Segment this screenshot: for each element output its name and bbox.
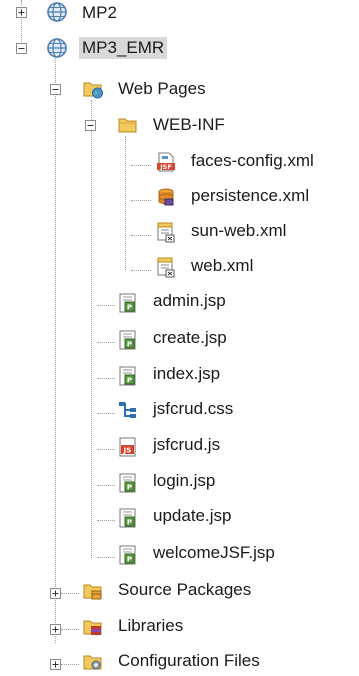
folder-icon	[117, 114, 139, 136]
source-packages-icon	[82, 580, 104, 602]
tree-node-jsfcrud-js[interactable]: JS jsfcrud.js	[0, 430, 359, 460]
collapse-minus-icon[interactable]	[50, 84, 61, 95]
tree-node-configuration-files[interactable]: Configuration Files	[0, 646, 359, 676]
tree-node-web-xml[interactable]: web.xml	[0, 251, 359, 281]
tree-node-label: update.jsp	[153, 506, 232, 525]
xml-descriptor-file-icon	[155, 256, 177, 278]
tree-node-update-jsp[interactable]: P update.jsp	[0, 501, 359, 531]
svg-text:JSF: JSF	[159, 163, 172, 171]
tree-node-mp3-emr[interactable]: MP3_EMR	[0, 33, 359, 63]
css-file-icon	[117, 400, 139, 422]
web-pages-folder-icon	[82, 78, 104, 100]
tree-node-label: jsfcrud.css	[153, 399, 234, 418]
tree-node-label: Libraries	[118, 616, 184, 635]
persistence-file-icon	[155, 186, 177, 208]
tree-node-label: index.jsp	[153, 364, 221, 383]
svg-text:P: P	[127, 304, 132, 312]
tree-node-label: Source Packages	[118, 580, 252, 599]
tree-node-label: create.jsp	[153, 328, 227, 347]
svg-text:P: P	[127, 484, 132, 492]
tree-node-welcomejsf-jsp[interactable]: P welcomeJSF.jsp	[0, 538, 359, 568]
tree-node-label: welcomeJSF.jsp	[153, 543, 275, 562]
project-globe-icon	[46, 1, 68, 23]
jsp-file-icon: P	[117, 544, 139, 566]
jsp-file-icon: P	[117, 329, 139, 351]
expand-plus-icon[interactable]	[50, 624, 61, 635]
jsp-file-icon: P	[117, 507, 139, 529]
tree-node-label: faces-config.xml	[191, 151, 314, 170]
tree-node-create-jsp[interactable]: P create.jsp	[0, 323, 359, 353]
libraries-icon	[82, 616, 104, 638]
svg-text:P: P	[127, 556, 132, 564]
js-file-icon: JS	[117, 436, 139, 458]
tree-node-web-inf[interactable]: WEB-INF	[0, 110, 359, 140]
svg-text:P: P	[127, 341, 132, 349]
tree-node-label: MP2	[82, 3, 117, 22]
tree-node-label: jsfcrud.js	[153, 435, 221, 454]
tree-node-label: web.xml	[191, 256, 254, 275]
project-tree: MP2 MP3_EMR Web Pages WEB-INF JSF faces-…	[0, 0, 359, 674]
collapse-minus-icon[interactable]	[16, 43, 27, 54]
tree-node-web-pages[interactable]: Web Pages	[0, 74, 359, 104]
expand-plus-icon[interactable]	[50, 659, 61, 670]
jsp-file-icon: P	[117, 365, 139, 387]
collapse-minus-icon[interactable]	[85, 120, 96, 131]
tree-node-label: admin.jsp	[153, 291, 226, 310]
tree-node-libraries[interactable]: Libraries	[0, 611, 359, 641]
tree-node-sun-web[interactable]: sun-web.xml	[0, 216, 359, 246]
jsp-file-icon: P	[117, 472, 139, 494]
tree-node-login-jsp[interactable]: P login.jsp	[0, 466, 359, 496]
svg-text:JS: JS	[123, 447, 132, 455]
tree-node-jsfcrud-css[interactable]: jsfcrud.css	[0, 394, 359, 424]
svg-text:P: P	[127, 519, 132, 527]
tree-node-label: sun-web.xml	[191, 221, 287, 240]
tree-node-index-jsp[interactable]: P index.jsp	[0, 359, 359, 389]
tree-node-mp2[interactable]: MP2	[0, 0, 359, 28]
tree-node-label: WEB-INF	[153, 115, 225, 134]
jsf-config-file-icon: JSF	[155, 151, 177, 173]
tree-node-persistence[interactable]: persistence.xml	[0, 181, 359, 211]
tree-node-label: MP3_EMR	[79, 37, 168, 59]
expand-plus-icon[interactable]	[16, 7, 27, 18]
tree-node-source-packages[interactable]: Source Packages	[0, 575, 359, 605]
tree-node-label: login.jsp	[153, 471, 216, 490]
tree-node-faces-config[interactable]: JSF faces-config.xml	[0, 146, 359, 176]
project-globe-icon	[46, 37, 68, 59]
tree-node-label: Web Pages	[118, 79, 206, 98]
xml-descriptor-file-icon	[155, 221, 177, 243]
tree-node-label: persistence.xml	[191, 186, 310, 205]
tree-node-label: Configuration Files	[118, 651, 260, 670]
configuration-files-icon	[82, 651, 104, 673]
tree-node-admin-jsp[interactable]: P admin.jsp	[0, 286, 359, 316]
svg-text:P: P	[127, 377, 132, 385]
jsp-file-icon: P	[117, 292, 139, 314]
expand-plus-icon[interactable]	[50, 588, 61, 599]
